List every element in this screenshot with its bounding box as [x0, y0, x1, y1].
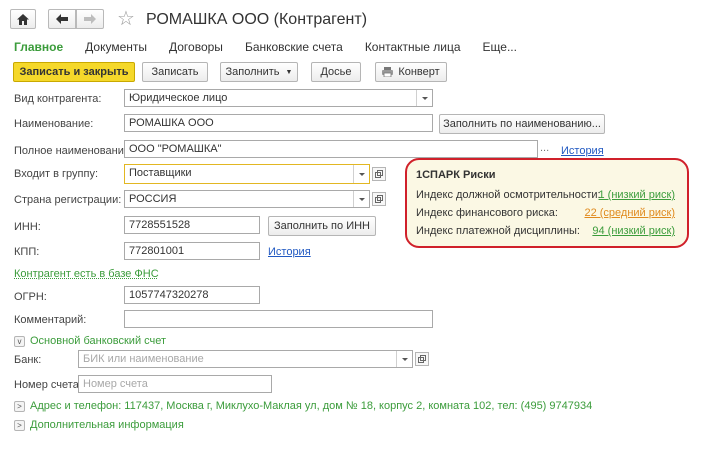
- account-label: Номер счета:: [14, 379, 82, 391]
- bank-label: Банк:: [14, 354, 42, 366]
- kind-value: Юридическое лицо: [129, 92, 228, 104]
- tab-bank-accounts[interactable]: Банковские счета: [245, 40, 343, 54]
- kpp-history-link[interactable]: История: [268, 246, 311, 258]
- tab-more[interactable]: Еще...: [483, 40, 517, 54]
- fill-by-inn-button[interactable]: Заполнить по ИНН: [268, 216, 376, 236]
- arrow-right-icon: [84, 14, 96, 24]
- address-section[interactable]: Адрес и телефон: 117437, Москва г, Миклу…: [30, 400, 592, 412]
- group-label: Входит в группу:: [14, 168, 98, 180]
- bank-select[interactable]: БИК или наименование: [78, 350, 413, 368]
- fill-by-name-button[interactable]: Заполнить по наименованию...: [439, 114, 605, 134]
- comment-label: Комментарий:: [14, 314, 87, 326]
- name-label: Наименование:: [14, 118, 94, 130]
- tab-contracts[interactable]: Договоры: [169, 40, 223, 54]
- extra-info-section[interactable]: Дополнительная информация: [30, 419, 184, 431]
- save-button[interactable]: Записать: [142, 62, 208, 82]
- bank-dropdown-icon[interactable]: [396, 351, 412, 367]
- spark-payment-discipline-label: Индекс платежной дисциплины:: [416, 225, 580, 237]
- country-label: Страна регистрации:: [14, 194, 122, 206]
- tab-documents[interactable]: Документы: [85, 40, 147, 54]
- save-and-close-button[interactable]: Записать и закрыть: [13, 62, 135, 82]
- comment-input[interactable]: [124, 310, 433, 328]
- country-dropdown-icon[interactable]: [353, 191, 369, 207]
- full-name-expand-button[interactable]: ...: [540, 142, 549, 154]
- address-toggle-icon[interactable]: >: [14, 401, 25, 412]
- group-value: Поставщики: [129, 167, 192, 179]
- country-open-icon[interactable]: [372, 192, 386, 206]
- group-select[interactable]: Поставщики: [124, 164, 370, 184]
- tab-main[interactable]: Главное: [14, 40, 63, 54]
- kind-label: Вид контрагента:: [14, 93, 102, 105]
- dossier-button[interactable]: Досье: [311, 62, 361, 82]
- fns-database-link[interactable]: Контрагент есть в базе ФНС: [14, 268, 159, 280]
- spark-financial-risk-value[interactable]: 22 (средний риск): [584, 207, 675, 219]
- full-name-label: Полное наименование:: [14, 145, 134, 157]
- bank-section-toggle-icon[interactable]: v: [14, 336, 25, 347]
- window-title: РОМАШКА ООО (Контрагент): [146, 11, 368, 28]
- fill-dropdown-button[interactable]: Заполнить ▼: [220, 62, 298, 82]
- inn-label: ИНН:: [14, 221, 41, 233]
- tab-bar: Главное Документы Договоры Банковские сч…: [14, 40, 539, 54]
- full-name-history-link[interactable]: История: [561, 145, 604, 157]
- spark-due-diligence-value[interactable]: 1 (низкий риск): [599, 189, 676, 201]
- country-select[interactable]: РОССИЯ: [124, 190, 370, 208]
- dropdown-arrow-icon: ▼: [285, 68, 293, 76]
- spark-payment-discipline-value[interactable]: 94 (низкий риск): [592, 225, 675, 237]
- bank-placeholder: БИК или наименование: [83, 353, 204, 365]
- name-input[interactable]: РОМАШКА ООО: [124, 114, 433, 132]
- full-name-input[interactable]: ООО "РОМАШКА": [124, 140, 538, 158]
- arrow-left-icon: [56, 14, 68, 24]
- spark-due-diligence-label: Индекс должной осмотрительности:: [416, 189, 601, 201]
- kpp-label: КПП:: [14, 246, 40, 258]
- home-button[interactable]: [10, 9, 36, 29]
- group-dropdown-icon[interactable]: [353, 165, 369, 183]
- envelope-label: Конверт: [398, 66, 440, 78]
- envelope-button[interactable]: Конверт: [375, 62, 447, 82]
- bank-section-title[interactable]: Основной банковский счет: [30, 335, 166, 347]
- tab-contacts[interactable]: Контактные лица: [365, 40, 461, 54]
- country-value: РОССИЯ: [129, 193, 177, 205]
- forward-button[interactable]: [76, 9, 104, 29]
- group-open-icon[interactable]: [372, 167, 386, 181]
- account-input[interactable]: Номер счета: [78, 375, 272, 393]
- extra-info-toggle-icon[interactable]: >: [14, 420, 25, 431]
- favorite-star-icon[interactable]: ☆: [117, 7, 135, 31]
- back-button[interactable]: [48, 9, 76, 29]
- kind-dropdown-icon[interactable]: [416, 90, 432, 106]
- spark-financial-risk-label: Индекс финансового риска:: [416, 207, 558, 219]
- ogrn-label: ОГРН:: [14, 291, 47, 303]
- ogrn-input[interactable]: 1057747320278: [124, 286, 260, 304]
- home-icon: [17, 13, 29, 25]
- printer-icon: [382, 67, 394, 77]
- fill-label: Заполнить: [225, 66, 280, 78]
- kind-select[interactable]: Юридическое лицо: [124, 89, 433, 107]
- bank-open-icon[interactable]: [415, 352, 429, 366]
- spark-risk-panel: 1СПАРК Риски Индекс должной осмотрительн…: [405, 158, 689, 248]
- kpp-input[interactable]: 772801001: [124, 242, 260, 260]
- inn-input[interactable]: 7728551528: [124, 216, 260, 234]
- spark-title: 1СПАРК Риски: [416, 169, 496, 181]
